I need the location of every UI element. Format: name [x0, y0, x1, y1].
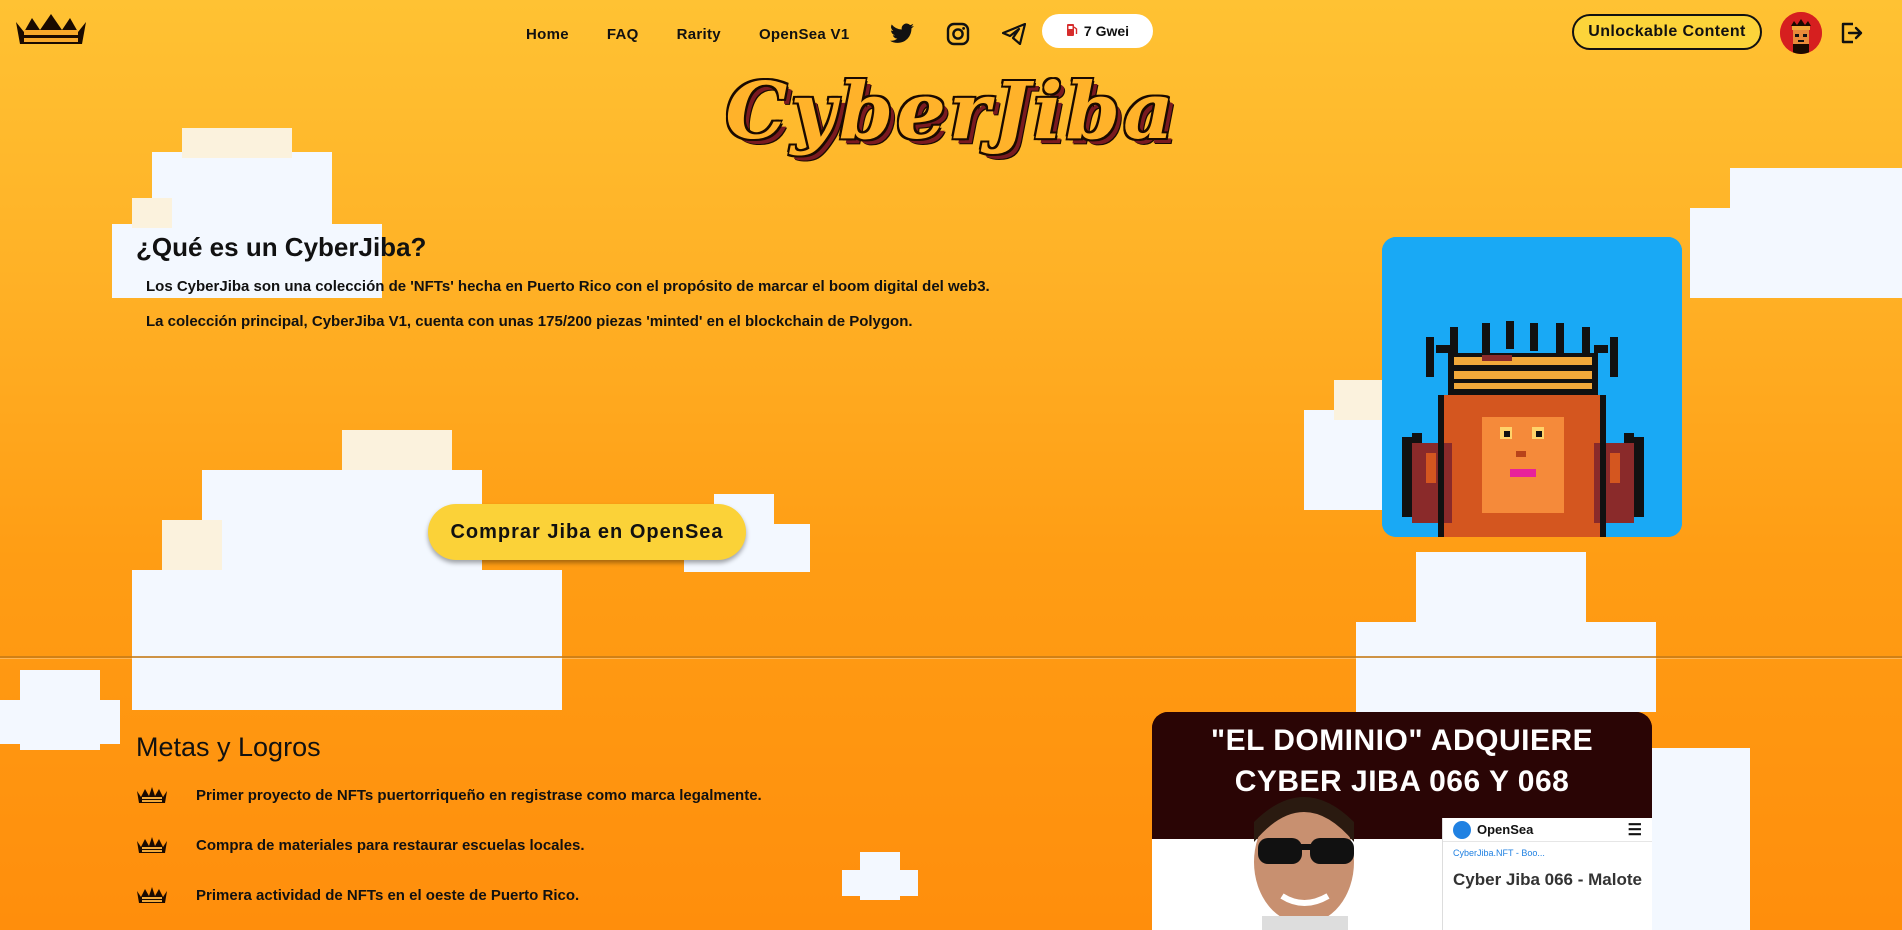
about-paragraph: La colección principal, CyberJiba V1, cu… — [146, 313, 913, 330]
opensea-screenshot: OpenSea ☰ CyberJiba.NFT - Boo... Cyber J… — [1442, 818, 1652, 930]
goal-text: Primer proyecto de NFTs puertorriqueño e… — [196, 786, 762, 804]
opensea-logo-icon — [1453, 820, 1471, 839]
cloud-decoration — [1650, 748, 1770, 930]
opensea-brand: OpenSea — [1477, 822, 1534, 837]
nav-link-faq[interactable]: FAQ — [607, 26, 639, 43]
instagram-icon[interactable] — [944, 20, 972, 48]
cloud-decoration — [842, 852, 918, 900]
cloud-decoration — [132, 430, 562, 710]
cloud-decoration — [1690, 168, 1902, 308]
telegram-icon[interactable] — [1000, 20, 1028, 48]
nft-preview-image — [1382, 237, 1682, 537]
menu-icon: ☰ — [1627, 821, 1642, 839]
gas-price-label: 7 Gwei — [1083, 23, 1130, 39]
news-headline-line2: CYBER JIBA 066 Y 068 — [1234, 765, 1570, 798]
gas-price-badge: 7 Gwei — [1042, 14, 1153, 48]
list-item: Primer proyecto de NFTs puertorriqueño e… — [136, 786, 762, 804]
opensea-header: OpenSea ☰ — [1443, 818, 1652, 842]
crown-logo-icon[interactable] — [14, 10, 88, 48]
logout-icon[interactable] — [1838, 20, 1866, 48]
avatar[interactable] — [1780, 12, 1822, 54]
buy-on-opensea-button[interactable]: Comprar Jiba en OpenSea — [428, 504, 746, 560]
brand-title: CyberJiba — [725, 66, 1177, 157]
about-paragraph: Los CyberJiba son una colección de 'NFTs… — [146, 278, 990, 295]
opensea-item-title: Cyber Jiba 066 - Malote — [1453, 870, 1642, 889]
nav-links: Home FAQ Rarity OpenSea V1 — [526, 20, 1056, 48]
list-item: Primera actividad de NFTs en el oeste de… — [136, 886, 579, 904]
cloud-decoration — [0, 670, 120, 750]
crown-bullet-icon — [136, 786, 168, 804]
person-photo — [1232, 792, 1382, 930]
cloud-decoration — [1356, 552, 1656, 712]
about-heading: ¿Qué es un CyberJiba? — [136, 232, 427, 262]
unlockable-content-button[interactable]: Unlockable Content — [1572, 14, 1762, 50]
section-divider — [0, 656, 1902, 658]
top-navbar: Home FAQ Rarity OpenSea V1 7 Gwei Unlock… — [0, 0, 1902, 62]
opensea-tab: CyberJiba.NFT - Boo... — [1453, 848, 1545, 858]
goal-text: Primera actividad de NFTs en el oeste de… — [196, 886, 580, 904]
nav-link-opensea-v1[interactable]: OpenSea V1 — [759, 26, 850, 43]
goal-text: Compra de materiales para restaurar escu… — [196, 836, 585, 854]
twitter-icon[interactable] — [888, 20, 916, 48]
nav-link-home[interactable]: Home — [526, 26, 569, 43]
crown-bullet-icon — [136, 836, 168, 854]
goals-heading: Metas y Logros — [136, 732, 321, 762]
gas-pump-icon — [1066, 23, 1078, 40]
list-item: Compra de materiales para restaurar escu… — [136, 836, 585, 854]
news-headline-line1: "EL DOMINIO" ADQUIERE — [1210, 724, 1594, 757]
crown-bullet-icon — [136, 886, 168, 904]
nav-link-rarity[interactable]: Rarity — [677, 26, 721, 43]
news-image: "EL DOMINIO" ADQUIERE CYBER JIBA 066 Y 0… — [1152, 712, 1652, 930]
